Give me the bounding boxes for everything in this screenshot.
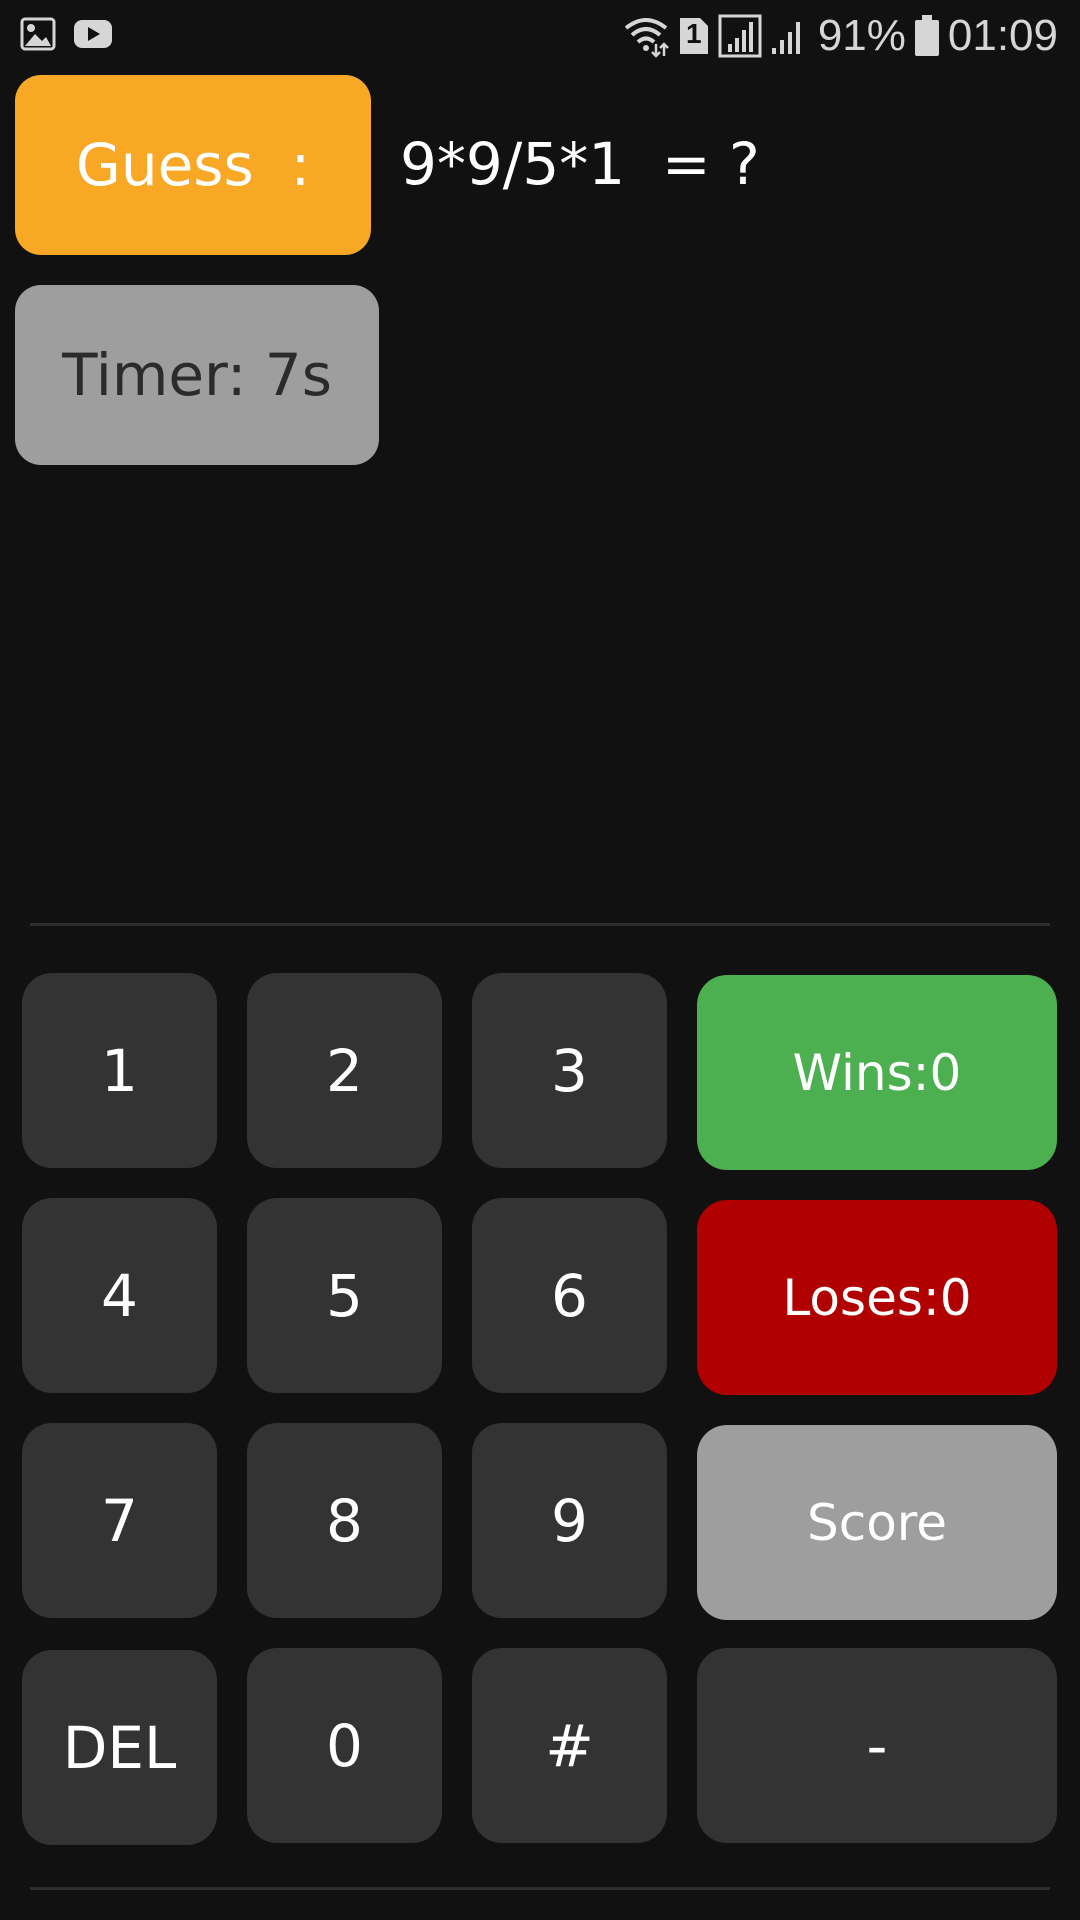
status-indicators: 1 91% 01:09 bbox=[622, 8, 1058, 64]
sim-slot-label: 1 bbox=[686, 18, 702, 49]
key-4[interactable]: 4 bbox=[22, 1198, 217, 1393]
key-3[interactable]: 3 bbox=[472, 973, 667, 1168]
key-hash[interactable]: # bbox=[472, 1648, 667, 1843]
top-divider bbox=[30, 923, 1050, 926]
battery-percent: 91% bbox=[817, 11, 906, 60]
key-8[interactable]: 8 bbox=[247, 1423, 442, 1618]
loses-button[interactable]: Loses:0 bbox=[697, 1200, 1057, 1395]
clock: 01:09 bbox=[947, 11, 1058, 60]
image-icon bbox=[20, 16, 56, 56]
guess-button[interactable]: Guess : bbox=[15, 75, 371, 255]
battery-icon bbox=[914, 15, 940, 57]
wins-button[interactable]: Wins:0 bbox=[697, 975, 1057, 1170]
app-screen: 1 91% 01:09 Guess: 9*9/5*1 = ? Timer: 7… bbox=[0, 0, 1080, 1920]
key-6[interactable]: 6 bbox=[472, 1198, 667, 1393]
key-2[interactable]: 2 bbox=[247, 973, 442, 1168]
key-del[interactable]: DEL bbox=[22, 1650, 217, 1845]
minus-button[interactable]: - bbox=[697, 1648, 1057, 1843]
signal-sim2-icon bbox=[770, 14, 810, 58]
sim-icon: 1 bbox=[678, 16, 710, 56]
bottom-divider bbox=[30, 1887, 1050, 1890]
wifi-icon bbox=[622, 14, 670, 58]
timer-display: Timer: 7s bbox=[15, 285, 379, 465]
signal-sim1-icon bbox=[718, 14, 762, 58]
key-7[interactable]: 7 bbox=[22, 1423, 217, 1618]
status-bar: 1 91% 01:09 bbox=[0, 0, 1080, 72]
key-5[interactable]: 5 bbox=[247, 1198, 442, 1393]
equation-text: 9*9/5*1 = ? bbox=[400, 130, 760, 198]
youtube-icon bbox=[72, 16, 114, 56]
key-1[interactable]: 1 bbox=[22, 973, 217, 1168]
key-0[interactable]: 0 bbox=[247, 1648, 442, 1843]
score-button[interactable]: Score bbox=[697, 1425, 1057, 1620]
key-9[interactable]: 9 bbox=[472, 1423, 667, 1618]
